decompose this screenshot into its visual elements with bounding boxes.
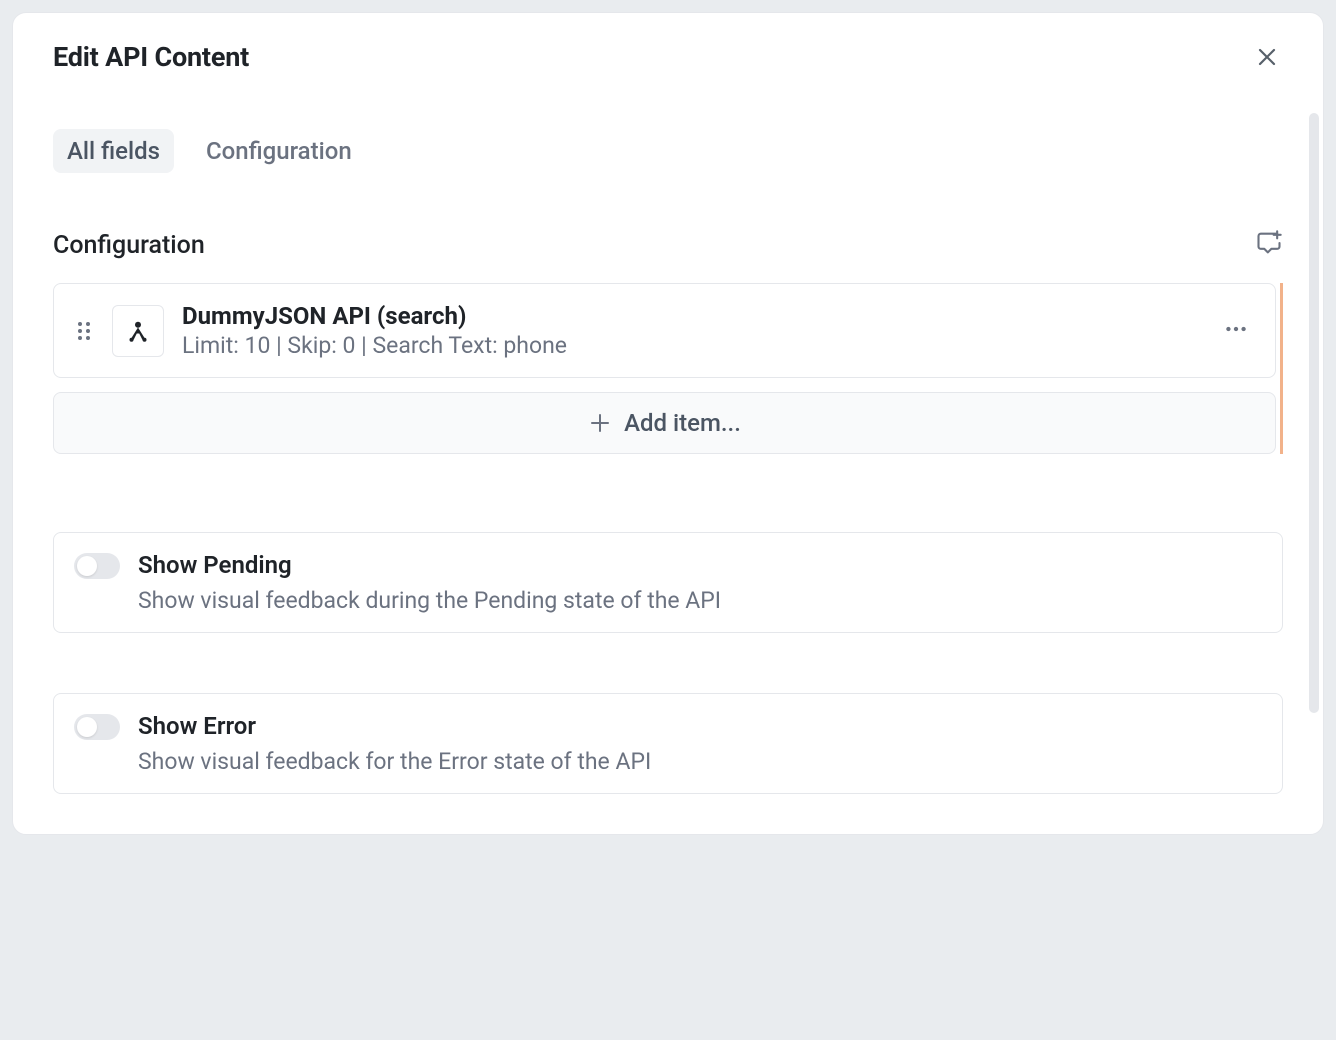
add-comment-button[interactable] xyxy=(1255,229,1283,261)
edit-modal: Edit API Content All fields Configuratio… xyxy=(12,12,1324,835)
config-item-subtitle: Limit: 10 | Skip: 0 | Search Text: phone xyxy=(182,332,1199,359)
show-pending-content: Show Pending Show visual feedback during… xyxy=(138,551,721,614)
modal-title: Edit API Content xyxy=(53,41,249,73)
config-list: DummyJSON API (search) Limit: 10 | Skip:… xyxy=(53,283,1283,454)
api-icon-box xyxy=(112,305,164,357)
show-pending-card: Show Pending Show visual feedback during… xyxy=(53,532,1283,633)
scrollbar[interactable] xyxy=(1309,113,1319,713)
comment-plus-icon xyxy=(1255,229,1283,257)
drag-icon xyxy=(74,317,94,345)
show-error-desc: Show visual feedback for the Error state… xyxy=(138,748,651,775)
more-button[interactable] xyxy=(1217,310,1255,352)
config-item[interactable]: DummyJSON API (search) Limit: 10 | Skip:… xyxy=(53,283,1276,378)
drag-handle[interactable] xyxy=(74,317,94,345)
show-error-content: Show Error Show visual feedback for the … xyxy=(138,712,651,775)
toggle-section: Show Pending Show visual feedback during… xyxy=(53,532,1283,794)
show-error-title: Show Error xyxy=(138,712,651,740)
section-title: Configuration xyxy=(53,231,205,260)
config-item-text: DummyJSON API (search) Limit: 10 | Skip:… xyxy=(182,302,1199,359)
more-icon xyxy=(1223,316,1249,342)
tab-configuration[interactable]: Configuration xyxy=(192,129,366,173)
show-pending-desc: Show visual feedback during the Pending … xyxy=(138,587,721,614)
modal-header: Edit API Content xyxy=(13,13,1323,85)
close-button[interactable] xyxy=(1251,41,1283,73)
show-error-card: Show Error Show visual feedback for the … xyxy=(53,693,1283,794)
add-item-label: Add item... xyxy=(624,409,741,437)
close-icon xyxy=(1255,45,1279,69)
section-header: Configuration xyxy=(53,229,1283,261)
show-error-toggle[interactable] xyxy=(74,714,120,740)
modal-body: All fields Configuration Configuration xyxy=(13,85,1323,834)
config-item-title: DummyJSON API (search) xyxy=(182,302,1199,330)
plus-icon xyxy=(588,411,612,435)
tab-all-fields[interactable]: All fields xyxy=(53,129,174,173)
show-pending-title: Show Pending xyxy=(138,551,721,579)
tabs: All fields Configuration xyxy=(53,129,1283,173)
add-item-button[interactable]: Add item... xyxy=(53,392,1276,454)
api-source-icon xyxy=(123,316,153,346)
show-pending-toggle[interactable] xyxy=(74,553,120,579)
